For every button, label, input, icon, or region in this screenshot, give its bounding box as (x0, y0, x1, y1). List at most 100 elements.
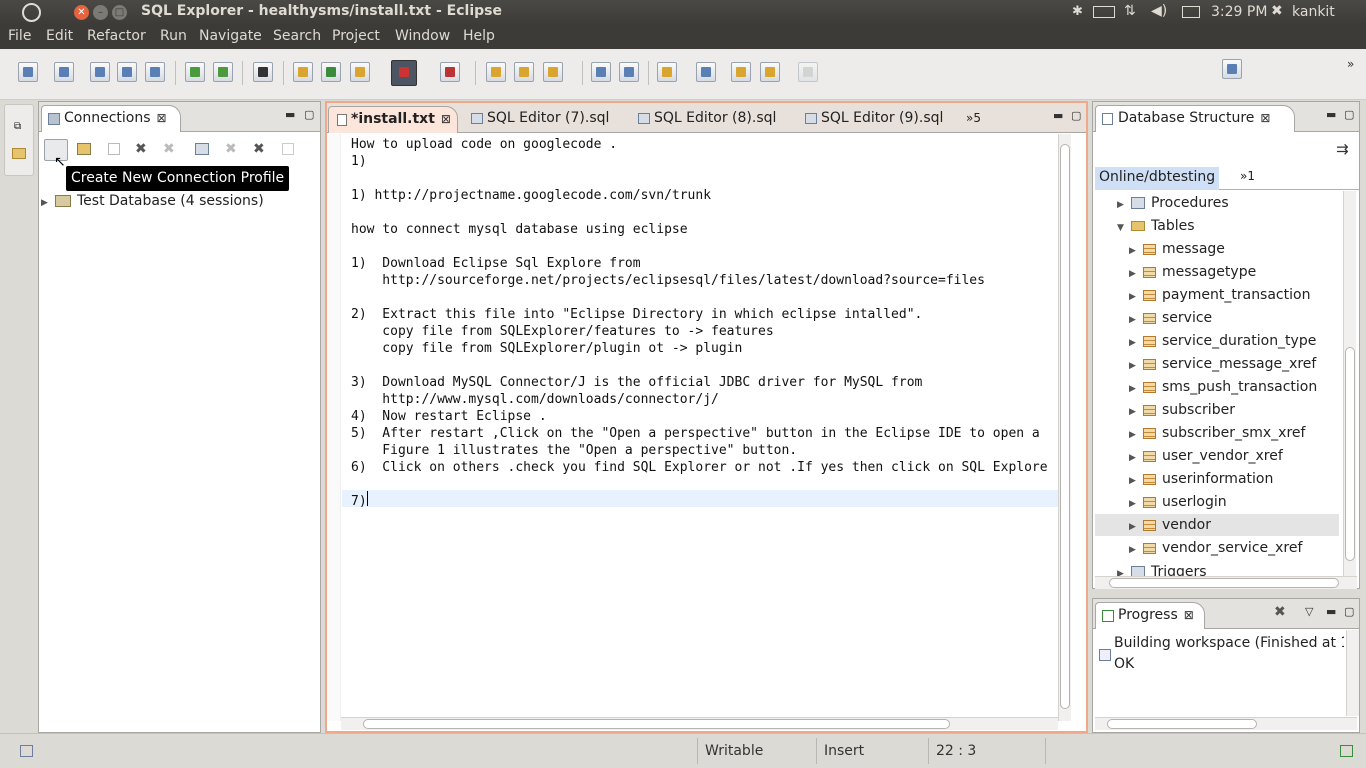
expand-arrow-icon[interactable]: ▶ (1129, 424, 1141, 446)
ubuntu-logo-icon[interactable] (22, 3, 41, 22)
run-debug-icon[interactable] (440, 62, 460, 82)
prev-annotation-icon[interactable] (696, 62, 716, 82)
save-icon[interactable] (90, 62, 110, 82)
connection-item[interactable]: ▶ Test Database (4 sessions) (41, 190, 264, 212)
tree-item-table[interactable]: ▶ payment_transaction (1095, 284, 1339, 306)
menu-navigate[interactable]: Navigate (199, 28, 262, 44)
close-icon[interactable]: ⊠ (1184, 608, 1194, 622)
maximize-icon[interactable]: ▢ (1344, 605, 1354, 618)
minimize-icon[interactable]: ▬ (1326, 108, 1336, 121)
battery-icon[interactable] (1093, 6, 1115, 18)
new-icon[interactable] (18, 62, 38, 82)
expand-arrow-icon[interactable]: ▶ (1129, 309, 1141, 331)
expand-arrow-icon[interactable]: ▶ (1117, 194, 1129, 216)
tree-item-table[interactable]: ▶ sms_push_transaction (1095, 376, 1339, 398)
tree-item-tables[interactable]: ▼ Tables (1117, 215, 1195, 237)
scrollbar-thumb[interactable] (1345, 347, 1355, 561)
chevron-more-icon[interactable]: » (1347, 57, 1354, 71)
progress-vertical-scrollbar[interactable] (1346, 630, 1359, 716)
menu-file[interactable]: File (8, 28, 31, 44)
fast-view-icon[interactable] (20, 745, 33, 757)
expand-arrow-icon[interactable]: ▶ (1129, 401, 1141, 423)
tree-item-table[interactable]: ▶ messagetype (1095, 261, 1339, 283)
tree-item-table[interactable]: ▶ vendor (1095, 514, 1339, 536)
scrollbar-thumb[interactable] (1109, 578, 1339, 588)
scrollbar-thumb[interactable] (363, 719, 950, 729)
tree-item-table[interactable]: ▶ vendor_service_xref (1095, 537, 1339, 559)
close-session-icon[interactable]: ✖ (163, 141, 175, 157)
expand-arrow-icon[interactable]: ▶ (1129, 516, 1141, 538)
navigator-icon[interactable] (12, 148, 26, 159)
disconnect-icon[interactable]: ✖ (135, 141, 147, 157)
editor-horizontal-scrollbar[interactable] (341, 717, 1058, 730)
expand-arrow-icon[interactable]: ▶ (1129, 332, 1141, 354)
close-icon[interactable]: ⊠ (1260, 111, 1270, 125)
scrollbar-thumb[interactable] (1107, 719, 1257, 729)
import-icon[interactable] (185, 62, 205, 82)
print-icon[interactable] (145, 62, 165, 82)
toggle-mark-icon[interactable] (591, 62, 611, 82)
tree-item-table[interactable]: ▶ message (1095, 238, 1339, 260)
menu-refactor[interactable]: Refactor (87, 28, 146, 44)
session-overflow[interactable]: »1 (1240, 169, 1255, 183)
tab-sql-editor-8[interactable]: SQL Editor (8).sql (632, 106, 792, 133)
expand-arrow-icon[interactable]: ▶ (1129, 355, 1141, 377)
close-icon[interactable]: ⊠ (157, 111, 167, 125)
folder-open-icon[interactable] (486, 62, 506, 82)
minimize-window-button[interactable]: – (93, 5, 108, 20)
restore-icon[interactable]: ⧉ (14, 121, 21, 132)
task-checkbox-icon[interactable] (253, 62, 273, 82)
tab-sql-editor-9[interactable]: SQL Editor (9).sql (799, 106, 959, 133)
db-horizontal-scrollbar[interactable] (1095, 576, 1357, 589)
connect-icon[interactable] (77, 143, 91, 155)
progress-status-icon[interactable] (1340, 745, 1353, 757)
link-with-editor-icon[interactable]: ⇉ (1336, 140, 1349, 158)
session-tab[interactable]: Online/dbtesting (1095, 167, 1220, 190)
expand-arrow-icon[interactable]: ▶ (1129, 286, 1141, 308)
tree-item-table[interactable]: ▶ service_message_xref (1095, 353, 1339, 375)
delete-all-icon[interactable]: ✖ (253, 141, 265, 157)
expand-arrow-icon[interactable]: ▶ (1129, 470, 1141, 492)
tab-connections[interactable]: Connections ⊠ (41, 105, 181, 132)
expand-arrow-icon[interactable]: ▶ (1129, 493, 1141, 515)
tree-item-table[interactable]: ▶ userinformation (1095, 468, 1339, 490)
folder-icon[interactable] (514, 62, 534, 82)
db-vertical-scrollbar[interactable] (1343, 191, 1356, 576)
menu-edit[interactable]: Edit (46, 28, 73, 44)
user-name[interactable]: kankit (1292, 4, 1335, 20)
expand-arrow-icon[interactable]: ▶ (1129, 240, 1141, 262)
view-menu-icon[interactable]: ▽ (1305, 605, 1313, 618)
power-icon[interactable]: ✖ (1271, 3, 1283, 19)
minimize-icon[interactable]: ▬ (1326, 605, 1336, 618)
mail-icon[interactable] (1182, 6, 1200, 18)
next-annotation-icon[interactable] (657, 62, 677, 82)
last-edit-icon[interactable] (731, 62, 751, 82)
delete-icon[interactable]: ✖ (225, 141, 237, 157)
collapse-icon[interactable] (108, 143, 120, 155)
tree-item-table[interactable]: ▶ userlogin (1095, 491, 1339, 513)
expand-arrow-icon[interactable]: ▶ (1129, 539, 1141, 561)
maximize-icon[interactable]: ▢ (1344, 108, 1354, 121)
tree-item-table[interactable]: ▶ subscriber (1095, 399, 1339, 421)
open-type-icon[interactable] (293, 62, 313, 82)
tab-install-txt[interactable]: *install.txt ⊠ (328, 106, 458, 133)
open-java-icon[interactable] (321, 62, 341, 82)
open-perspective-icon[interactable] (1222, 59, 1242, 79)
bluetooth-icon[interactable]: ✱ (1072, 4, 1083, 19)
remove-finished-icon[interactable]: ✖ (1274, 604, 1286, 620)
tree-item-table[interactable]: ▶ subscriber_smx_xref (1095, 422, 1339, 444)
refresh-icon[interactable] (282, 143, 294, 155)
progress-horizontal-scrollbar[interactable] (1095, 717, 1357, 730)
show-whitespace-icon[interactable] (619, 62, 639, 82)
maximize-icon[interactable]: ▢ (1071, 109, 1081, 122)
menu-project[interactable]: Project (332, 28, 380, 44)
expand-arrow-icon[interactable]: ▶ (1129, 263, 1141, 285)
tree-item-table[interactable]: ▶ user_vendor_xref (1095, 445, 1339, 467)
tab-overflow[interactable]: »5 (960, 106, 981, 133)
expand-arrow-icon[interactable]: ▶ (1117, 563, 1129, 576)
tree-item-triggers[interactable]: ▶ Triggers (1117, 561, 1207, 576)
menu-help[interactable]: Help (463, 28, 495, 44)
minimize-icon[interactable]: ▬ (285, 108, 295, 121)
tab-database-structure[interactable]: Database Structure ⊠ (1095, 105, 1295, 132)
maximize-window-button[interactable]: □ (112, 5, 127, 20)
